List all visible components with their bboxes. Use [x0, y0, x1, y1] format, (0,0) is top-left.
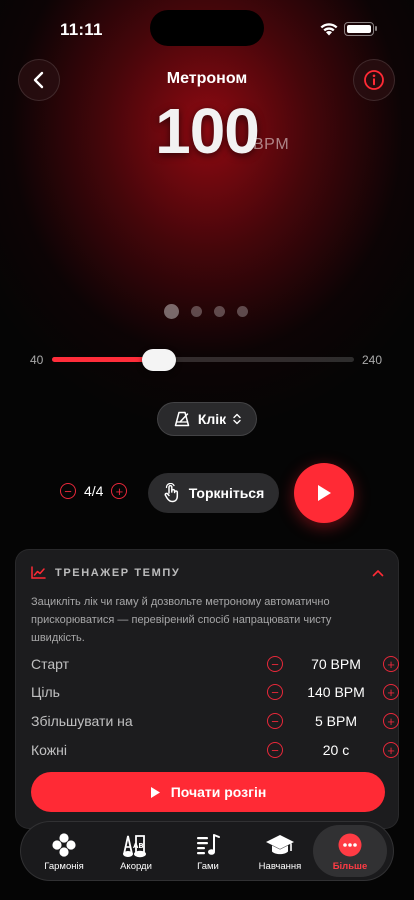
interval-increase-button[interactable]: +	[383, 742, 399, 758]
page-dot[interactable]	[214, 306, 225, 317]
bpm-display: 100 BPM	[0, 94, 414, 168]
interval-decrease-button[interactable]: −	[267, 742, 283, 758]
svg-text:AB: AB	[133, 842, 144, 850]
dynamic-island	[150, 10, 264, 46]
row-label: Ціль	[31, 684, 60, 700]
chevron-up-icon[interactable]	[372, 569, 384, 577]
tab-scales[interactable]: Гами	[171, 822, 245, 880]
tab-more[interactable]: Більше	[313, 825, 387, 877]
row-label: Кожні	[31, 742, 67, 758]
chevron-up-down-icon	[233, 413, 241, 425]
play-icon	[150, 786, 160, 798]
status-time: 11:11	[60, 20, 103, 39]
start-ramp-label: Почати розгін	[170, 784, 267, 800]
row-value: 70 BPM	[311, 656, 361, 672]
tempo-trainer-header: ТРЕНАЖЕР ТЕМПУ	[31, 566, 180, 579]
trainer-row-interval: Кожні − 20 с +	[31, 739, 399, 761]
battery-icon	[344, 22, 377, 36]
info-icon	[364, 70, 384, 90]
row-value: 140 BPM	[307, 684, 365, 700]
tab-chords[interactable]: AB Акорди	[99, 822, 173, 880]
row-value: 5 BPM	[314, 713, 357, 729]
tab-learning[interactable]: Навчання	[243, 822, 317, 880]
more-icon	[338, 833, 362, 857]
start-increase-button[interactable]: +	[383, 656, 399, 672]
graduation-cap-icon	[266, 835, 294, 855]
wifi-icon	[320, 23, 338, 36]
page-dot[interactable]	[164, 304, 179, 319]
trend-chart-icon	[31, 566, 46, 579]
play-icon	[318, 485, 331, 501]
bpm-unit: BPM	[253, 136, 290, 153]
play-button[interactable]	[294, 463, 354, 523]
metronome-icon	[174, 411, 190, 427]
target-increase-button[interactable]: +	[383, 684, 399, 700]
tab-label: Гармонія	[44, 861, 84, 872]
page-dot[interactable]	[237, 306, 248, 317]
target-decrease-button[interactable]: −	[267, 684, 283, 700]
tap-hand-icon	[164, 483, 178, 503]
status-bar: 11:11	[0, 0, 414, 50]
time-signature-value: 4/4	[84, 483, 104, 499]
row-label: Збільшувати на	[31, 713, 133, 729]
trainer-row-target: Ціль − 140 BPM +	[31, 681, 399, 703]
tab-harmony[interactable]: Гармонія	[27, 822, 101, 880]
increment-decrease-button[interactable]: −	[267, 713, 283, 729]
tab-label: Гами	[197, 861, 219, 872]
tempo-trainer-description: Зацикліть лік чи гаму й дозвольте метрон…	[31, 596, 332, 644]
page-dot[interactable]	[191, 306, 202, 317]
trainer-row-start: Старт − 70 BPM +	[31, 653, 399, 675]
sound-label: Клік	[197, 411, 227, 427]
time-signature-control: − 4/4 +	[60, 483, 128, 499]
time-signature-decrease-button[interactable]: −	[60, 483, 76, 499]
increment-increase-button[interactable]: +	[383, 713, 399, 729]
scales-icon	[197, 834, 220, 855]
tab-label: Навчання	[258, 861, 302, 872]
tempo-slider[interactable]	[52, 357, 354, 362]
start-decrease-button[interactable]: −	[267, 656, 283, 672]
tab-bar: Гармонія AB Акорди Гами Навчання Більше	[20, 821, 394, 881]
metronome-screen: 11:11 Метроном 100 BPM 40 240 Клік − 4/4…	[0, 0, 414, 900]
row-label: Старт	[31, 656, 70, 672]
tempo-trainer-title: ТРЕНАЖЕР ТЕМПУ	[55, 566, 181, 579]
chords-icon: AB	[123, 835, 146, 858]
sound-selector[interactable]: Клік	[157, 402, 257, 436]
trainer-row-increment: Збільшувати на − 5 BPM +	[31, 710, 399, 732]
tempo-trainer-card: ТРЕНАЖЕР ТЕМПУ Зацикліть лік чи гаму й д…	[15, 549, 399, 829]
slider-min-label: 40	[30, 353, 44, 367]
tap-tempo-button[interactable]: Торкніться	[148, 473, 279, 513]
tap-label: Торкніться	[188, 485, 265, 501]
time-signature-increase-button[interactable]: +	[111, 483, 128, 499]
page-title: Метроном	[166, 70, 248, 87]
tab-label: Більше	[332, 861, 368, 872]
row-value: 20 с	[322, 742, 350, 758]
tab-label: Акорди	[120, 861, 152, 872]
tempo-slider-thumb[interactable]	[141, 349, 176, 371]
page-indicator[interactable]	[164, 304, 248, 319]
start-ramp-button[interactable]: Почати розгін	[31, 772, 385, 812]
harmony-icon	[52, 833, 76, 857]
bpm-value: 100	[155, 95, 260, 167]
slider-max-label: 240	[362, 353, 383, 367]
